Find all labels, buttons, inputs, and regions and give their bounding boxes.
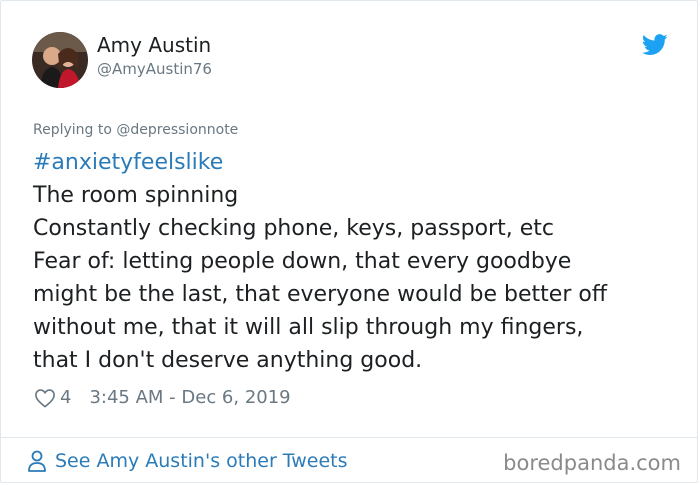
- avatar-photo: [32, 32, 88, 88]
- see-other-tweets-link[interactable]: See Amy Austin's other Tweets: [27, 450, 348, 472]
- twitter-bird-icon[interactable]: [641, 34, 668, 56]
- avatar[interactable]: [32, 32, 88, 88]
- timestamp[interactable]: 3:45 AM - Dec 6, 2019: [89, 387, 290, 408]
- author-name[interactable]: Amy Austin: [97, 33, 211, 57]
- reply-prefix: Replying to: [33, 122, 112, 138]
- tweet-text: #anxietyfeelslike The room spinning Cons…: [33, 146, 673, 377]
- reply-handle[interactable]: @depressionnote: [116, 122, 238, 138]
- heart-icon[interactable]: [34, 388, 56, 408]
- tweet-line: The room spinning: [33, 183, 239, 208]
- tweet-line: that I don't deserve anything good.: [33, 348, 423, 373]
- person-icon: [28, 450, 46, 472]
- tweet-line: without me, that it will all slip throug…: [33, 315, 584, 340]
- tweet-line: Constantly checking phone, keys, passpor…: [33, 216, 554, 241]
- watermark: boredpanda.com: [503, 451, 681, 475]
- tweet-meta: 4 3:45 AM - Dec 6, 2019: [34, 387, 291, 408]
- tweet-card: Amy Austin @AmyAustin76 Replying to @dep…: [0, 0, 698, 483]
- hashtag-link[interactable]: #anxietyfeelslike: [33, 146, 673, 179]
- see-other-tweets-label[interactable]: See Amy Austin's other Tweets: [55, 450, 348, 472]
- tweet-line: Fear of: letting people down, that every…: [33, 249, 572, 274]
- tweet-line: might be the last, that everyone would b…: [33, 282, 607, 307]
- reply-context: Replying to @depressionnote: [33, 122, 238, 138]
- divider: [1, 437, 697, 438]
- like-count[interactable]: 4: [60, 387, 71, 408]
- author-handle[interactable]: @AmyAustin76: [97, 60, 212, 78]
